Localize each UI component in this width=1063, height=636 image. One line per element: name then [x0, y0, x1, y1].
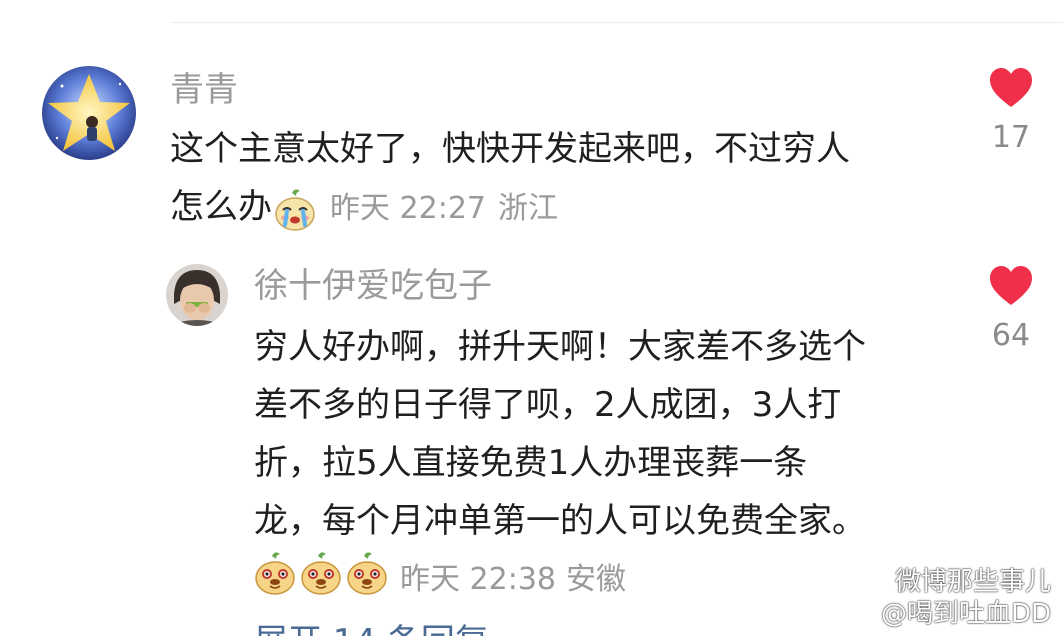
- comment-time: 昨天 22:27: [330, 190, 486, 226]
- reply-text: 穷人好办啊，拼升天啊！大家差不多选个 差不多的日子得了呗，2人成团，3人打 折，…: [254, 318, 866, 550]
- like-count: 17: [991, 120, 1031, 155]
- comment-location: 浙江: [498, 190, 558, 226]
- comment-text-line: 怎么办 昨天 22:27 浙江: [170, 178, 850, 236]
- watermark: 微博那些事儿 @喝到吐血DD: [859, 566, 1051, 630]
- expand-replies-link[interactable]: 展开 14 条回复: [254, 622, 489, 636]
- reply-text-line: 折，拉5人直接免费1人办理丧葬一条: [254, 443, 808, 483]
- like-button[interactable]: 64: [976, 266, 1046, 356]
- watermark-line: 微博那些事儿: [894, 567, 1051, 597]
- comment-text: 这个主意太好了，快快开发起来吧，不过穷人 怎么办 昨天 22:27 浙江: [170, 120, 850, 236]
- avatar[interactable]: [42, 66, 136, 160]
- weibo-logo-icon: [859, 566, 895, 598]
- reply-text-line: 龙，每个月冲单第一的人可以免费全家。: [254, 501, 866, 541]
- avatar[interactable]: [166, 264, 228, 326]
- heart-icon: [976, 68, 1046, 108]
- comment-username[interactable]: 青青: [170, 70, 238, 110]
- reply-text-line: 差不多的日子得了呗，2人成团，3人打: [254, 385, 842, 425]
- comment-text-line-content: 怎么办: [170, 187, 272, 227]
- like-button[interactable]: 17: [976, 68, 1046, 158]
- reply-time: 昨天 22:38: [400, 562, 556, 597]
- dog-face-emoji: [344, 551, 390, 601]
- comment-thread: 青青 这个主意太好了，快快开发起来吧，不过穷人 怎么办 昨天 22:27 浙江: [0, 0, 1063, 636]
- comment-text-line: 这个主意太好了，快快开发起来吧，不过穷人: [170, 129, 850, 169]
- like-count: 64: [991, 318, 1031, 353]
- dog-face-emoji: [252, 551, 298, 601]
- crying-emoji: [272, 180, 318, 238]
- dog-face-emoji: [298, 551, 344, 601]
- reply-location: 安徽: [566, 562, 626, 597]
- divider: [170, 22, 1063, 23]
- watermark-line: @喝到吐血DD: [880, 599, 1051, 629]
- reply-text-line: 穷人好办啊，拼升天啊！大家差不多选个: [254, 327, 866, 367]
- reply-username[interactable]: 徐十伊爱吃包子: [254, 266, 492, 306]
- heart-icon: [976, 266, 1046, 306]
- reply-meta: 昨天 22:38 安徽: [252, 548, 626, 604]
